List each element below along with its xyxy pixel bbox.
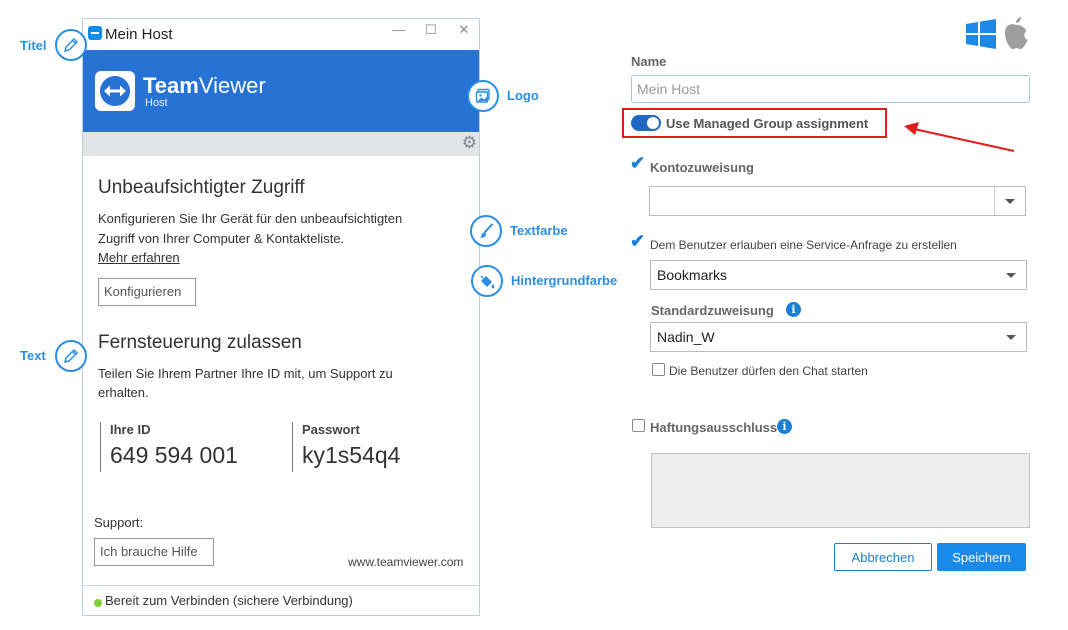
password-value: ky1s54q4 (302, 442, 401, 468)
host-preview-window: Mein Host — ☐ ✕ TeamViewer Host ⚙ Unbeau… (82, 18, 480, 616)
disclaimer-checkbox[interactable] (632, 419, 645, 432)
unattended-heading: Unbeaufsichtigter Zugriff (98, 177, 305, 198)
window-titlebar: Mein Host — ☐ ✕ (83, 19, 479, 50)
service-group-select[interactable]: Bookmarks (650, 260, 1027, 290)
annotation-text-label: Text (20, 348, 46, 363)
annotation-bgcolor-label: Hintergrundfarbe (511, 273, 618, 288)
default-assignment-select[interactable]: Nadin_W (650, 322, 1027, 352)
logo-edit-button[interactable] (467, 80, 499, 112)
account-select[interactable] (649, 186, 1026, 216)
brush-icon (479, 223, 493, 238)
password-label: Passwort (302, 422, 360, 437)
password-block: Passwort ky1s54q4 (292, 422, 400, 472)
pencil-icon (63, 348, 79, 364)
apple-icon[interactable] (1002, 15, 1030, 51)
managed-group-toggle[interactable] (631, 115, 661, 131)
chat-checkbox[interactable] (652, 363, 665, 376)
chevron-down-icon[interactable] (994, 187, 1025, 215)
minimize-icon[interactable]: — (389, 22, 409, 37)
account-checkbox[interactable]: ✔ (630, 153, 645, 174)
paint-bucket-icon (480, 275, 495, 289)
gear-icon[interactable]: ⚙ (462, 133, 477, 153)
remote-text-2: erhalten. (98, 385, 149, 400)
account-label: Kontozuweisung (650, 160, 754, 175)
logo-banner: TeamViewer Host (83, 50, 479, 132)
default-assignment-value: Nadin_W (657, 329, 715, 345)
title-edit-button[interactable] (55, 29, 87, 61)
name-label: Name (631, 54, 667, 69)
windows-icon[interactable] (964, 18, 998, 50)
close-icon[interactable]: ✕ (454, 22, 474, 38)
text-edit-button[interactable] (55, 340, 87, 372)
info-icon[interactable]: i (786, 302, 801, 317)
name-input[interactable]: Mein Host (631, 75, 1030, 103)
maximize-icon[interactable]: ☐ (421, 22, 441, 38)
textcolor-edit-button[interactable] (470, 215, 502, 247)
cancel-button[interactable]: Abbrechen (834, 543, 932, 571)
annotation-title-label: Titel (20, 38, 47, 53)
unattended-text-1: Konfigurieren Sie Ihr Gerät für den unbe… (98, 211, 403, 226)
brand-name: TeamViewer (143, 73, 266, 98)
disclaimer-textarea[interactable] (651, 453, 1030, 528)
chat-label: Die Benutzer dürfen den Chat starten (669, 364, 868, 378)
toolbar-strip: ⚙ (83, 132, 479, 156)
info-icon[interactable]: i (777, 419, 792, 434)
learn-more-link[interactable]: Mehr erfahren (98, 250, 180, 265)
save-button[interactable]: Speichern (937, 543, 1026, 571)
window-title: Mein Host (105, 26, 173, 43)
remote-heading: Fernsteuerung zulassen (98, 332, 302, 353)
configure-button[interactable]: Konfigurieren (98, 278, 196, 306)
status-dot-icon (94, 599, 102, 607)
support-label: Support: (94, 515, 144, 530)
chevron-down-icon[interactable] (996, 323, 1026, 351)
website-text: www.teamviewer.com (348, 555, 464, 569)
unattended-text-2: Zugriff von Ihrer Computer & Kontaktelis… (98, 231, 345, 246)
service-group-value: Bookmarks (657, 267, 728, 283)
id-value: 649 594 001 (110, 442, 238, 468)
remote-text-1: Teilen Sie Ihrem Partner Ihre ID mit, um… (98, 366, 393, 381)
bgcolor-edit-button[interactable] (471, 265, 503, 297)
id-block: Ihre ID 649 594 001 (100, 422, 238, 472)
arrow-pointer-icon (904, 122, 1015, 152)
id-label: Ihre ID (110, 422, 151, 437)
service-request-label: Dem Benutzer erlauben eine Service-Anfra… (650, 238, 957, 252)
annotation-textcolor-label: Textfarbe (510, 223, 568, 238)
image-icon (475, 88, 490, 103)
help-button[interactable]: Ich brauche Hilfe (94, 538, 214, 566)
status-text: Bereit zum Verbinden (sichere Verbindung… (105, 593, 353, 608)
teamviewer-small-logo-icon (88, 26, 102, 40)
status-bar: Bereit zum Verbinden (sichere Verbindung… (83, 585, 479, 615)
managed-group-highlight: Use Managed Group assignment (622, 108, 887, 138)
chevron-down-icon[interactable] (996, 261, 1026, 289)
default-assignment-label: Standardzuweisung (651, 303, 774, 318)
disclaimer-label: Haftungsausschluss (650, 420, 778, 435)
teamviewer-logo-icon (95, 71, 135, 111)
brand-subtitle: Host (145, 97, 168, 109)
annotation-logo-label: Logo (507, 88, 539, 103)
pencil-icon (63, 37, 79, 53)
managed-group-label: Use Managed Group assignment (666, 116, 869, 131)
service-request-checkbox[interactable]: ✔ (630, 231, 645, 252)
